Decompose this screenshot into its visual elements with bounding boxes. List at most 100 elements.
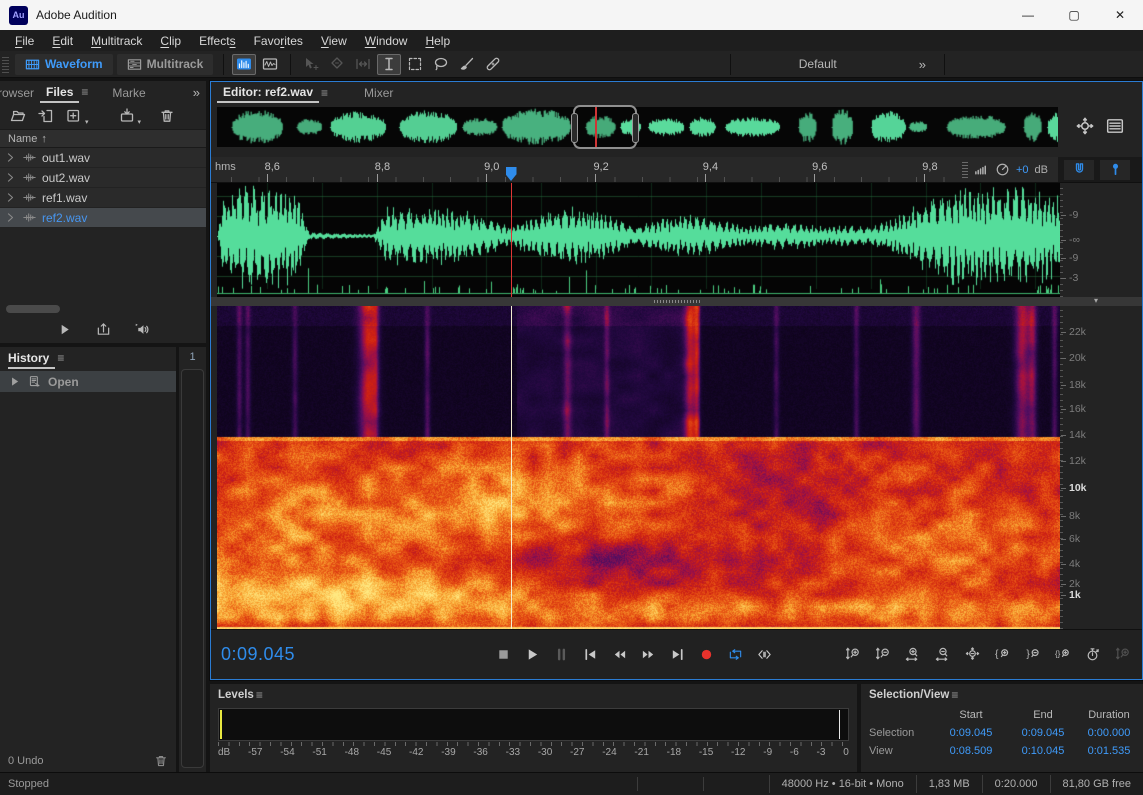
- new-content-dropdown-icon[interactable]: ▾: [85, 118, 89, 129]
- marquee-selection-tool[interactable]: [403, 54, 427, 75]
- zoom-in-amplitude-button[interactable]: [840, 645, 864, 665]
- ruler-scale[interactable]: 8,6 8,8 9,0 9,2 9,4 9,6 9,8: [217, 157, 1058, 182]
- level-meter-icon[interactable]: [974, 162, 989, 177]
- zoom-to-out-point-button[interactable]: }: [1020, 645, 1044, 665]
- selection-view-menu-icon[interactable]: ≡: [949, 688, 964, 702]
- new-content-icon[interactable]: [66, 108, 82, 124]
- close-button[interactable]: ✕: [1097, 0, 1143, 30]
- insert-into-multitrack-icon[interactable]: [119, 108, 135, 124]
- files-horizontal-scrollbar[interactable]: [6, 305, 60, 313]
- rewind-button[interactable]: [609, 645, 631, 665]
- zoom-in-time-button[interactable]: [900, 645, 924, 665]
- spectral-display[interactable]: [217, 306, 1060, 629]
- files-column-header[interactable]: Name ↑: [0, 129, 206, 148]
- collapsed-panel-tab[interactable]: 1: [179, 347, 206, 367]
- selection-view-title[interactable]: Selection/View: [869, 689, 949, 701]
- sv-selection-duration[interactable]: 0:00.000: [1079, 727, 1139, 739]
- fast-forward-button[interactable]: [638, 645, 660, 665]
- timer-record-button[interactable]: [1080, 645, 1104, 665]
- add-marker-button[interactable]: [1100, 160, 1130, 180]
- expand-chevron-icon[interactable]: [4, 171, 17, 184]
- insert-multitrack-dropdown-icon[interactable]: ▾: [138, 118, 142, 129]
- preview-loop-icon[interactable]: [96, 322, 111, 337]
- levels-panel-menu-icon[interactable]: ≡: [254, 688, 269, 702]
- sv-view-end[interactable]: 0:10.045: [1007, 745, 1079, 757]
- paintbrush-selection-tool[interactable]: [455, 54, 479, 75]
- file-row[interactable]: out1.wav: [0, 148, 206, 168]
- expand-chevron-icon[interactable]: [4, 191, 17, 204]
- close-files-trash-icon[interactable]: [159, 108, 175, 124]
- overview-view-range-box[interactable]: [573, 105, 638, 149]
- multitrack-editor-button[interactable]: Multitrack: [117, 54, 214, 75]
- play-button[interactable]: [522, 645, 544, 665]
- lasso-selection-tool[interactable]: [429, 54, 453, 75]
- waveform-editor-button[interactable]: Waveform: [15, 54, 113, 75]
- menu-item[interactable]: Help: [416, 34, 459, 48]
- skip-to-start-button[interactable]: [580, 645, 602, 665]
- skip-selection-button[interactable]: [754, 645, 776, 665]
- menu-item[interactable]: File: [6, 34, 43, 48]
- record-button[interactable]: [696, 645, 718, 665]
- minimize-button[interactable]: —: [1005, 0, 1051, 30]
- spectral-display-toggle[interactable]: [232, 54, 256, 75]
- waveform-playhead[interactable]: [511, 183, 512, 297]
- overview-playhead[interactable]: [595, 107, 597, 147]
- spot-healing-brush-tool[interactable]: [481, 54, 505, 75]
- sv-selection-start[interactable]: 0:09.045: [935, 727, 1007, 739]
- workspace-overflow-button[interactable]: »: [909, 57, 936, 72]
- zoom-navigate-icon[interactable]: [1076, 117, 1094, 135]
- open-file-icon[interactable]: [10, 108, 26, 124]
- toolbar-grip-handle[interactable]: [2, 55, 9, 73]
- snapping-toggle-button[interactable]: [1064, 160, 1094, 180]
- current-time-display[interactable]: 0:09.045: [211, 644, 436, 665]
- tab-markers[interactable]: Marke: [106, 83, 151, 102]
- history-panel-menu-icon[interactable]: ≡: [55, 351, 70, 365]
- menu-item[interactable]: Clip: [151, 34, 190, 48]
- time-selection-tool[interactable]: [377, 54, 401, 75]
- clear-history-trash-icon[interactable]: [154, 754, 168, 768]
- zoom-to-selection-button[interactable]: {}: [1050, 645, 1074, 665]
- levels-panel-title[interactable]: Levels: [218, 689, 254, 701]
- file-row[interactable]: ref1.wav: [0, 188, 206, 208]
- menu-item[interactable]: Effects: [190, 34, 244, 48]
- zoom-out-amplitude-button[interactable]: [870, 645, 894, 665]
- import-file-icon[interactable]: [38, 108, 54, 124]
- sv-view-start[interactable]: 0:08.509: [935, 745, 1007, 757]
- tab-editor-ref2[interactable]: Editor: ref2.wav: [217, 82, 319, 103]
- workspace-selector[interactable]: Default: [739, 57, 907, 71]
- tab-files[interactable]: Files: [40, 82, 79, 103]
- menu-item[interactable]: Window: [356, 34, 417, 48]
- files-panel-menu-icon[interactable]: ≡: [79, 85, 94, 99]
- zoom-out-full-button[interactable]: [960, 645, 984, 665]
- tab-media-browser[interactable]: rowser: [0, 83, 40, 102]
- waveform-display[interactable]: [217, 183, 1060, 297]
- waveform-canvas[interactable]: [217, 183, 1060, 297]
- files-tabs-overflow-button[interactable]: »: [187, 85, 206, 100]
- zoom-out-time-button[interactable]: [930, 645, 954, 665]
- sv-selection-end[interactable]: 0:09.045: [1007, 727, 1079, 739]
- auto-play-speaker-icon[interactable]: [135, 322, 150, 337]
- expand-chevron-icon[interactable]: [4, 211, 17, 224]
- gain-grip-handle[interactable]: [962, 162, 968, 178]
- divider-collapse-icon[interactable]: ▾: [1094, 296, 1098, 305]
- expand-chevron-icon[interactable]: [4, 151, 17, 164]
- stop-button[interactable]: [493, 645, 515, 665]
- overview-options-icon[interactable]: [1106, 117, 1124, 135]
- menu-item[interactable]: Edit: [43, 34, 82, 48]
- sv-view-duration[interactable]: 0:01.535: [1079, 745, 1139, 757]
- wave-spectral-divider[interactable]: ▾: [211, 297, 1142, 306]
- spectrogram-canvas[interactable]: [217, 306, 1060, 629]
- skip-to-end-button[interactable]: [667, 645, 689, 665]
- file-row[interactable]: ref2.wav: [0, 208, 206, 228]
- editor-panel-menu-icon[interactable]: ≡: [319, 86, 334, 100]
- tab-history[interactable]: History: [8, 348, 55, 369]
- loop-playback-button[interactable]: [725, 645, 747, 665]
- waveform-overview[interactable]: [217, 107, 1058, 147]
- preview-play-icon[interactable]: [57, 322, 72, 337]
- maximize-button[interactable]: ▢: [1051, 0, 1097, 30]
- menu-item[interactable]: Favorites: [245, 34, 312, 48]
- file-row[interactable]: out2.wav: [0, 168, 206, 188]
- gain-value[interactable]: +0: [1016, 164, 1029, 176]
- tab-mixer[interactable]: Mixer: [358, 83, 399, 102]
- waveform-display-toggle[interactable]: [258, 54, 282, 75]
